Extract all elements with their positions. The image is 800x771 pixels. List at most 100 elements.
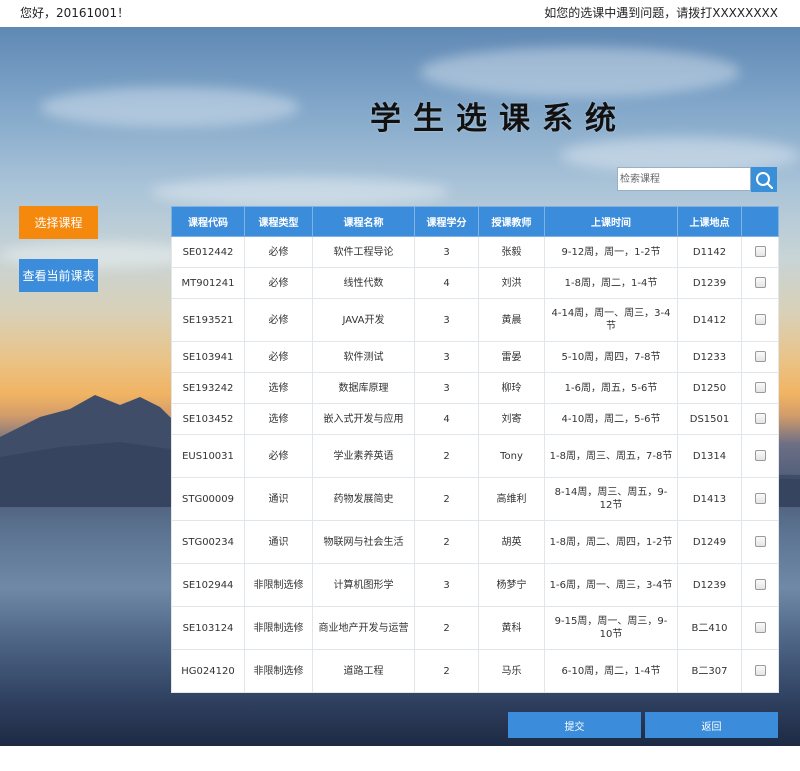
cell-course-type: 必修 [244,298,313,342]
header-course-name: 课程名称 [312,206,415,237]
cell-course-name: 商业地产开发与运营 [312,606,415,650]
header-class-place: 上课地点 [677,206,742,237]
select-checkbox[interactable] [754,493,766,504]
cell-class-place: D1239 [677,563,742,607]
cell-class-time: 5-10周，周四，7-8节 [544,341,678,373]
cell-course-type: 必修 [244,434,313,478]
select-checkbox[interactable] [754,382,766,393]
cell-course-name: 软件测试 [312,341,415,373]
cell-class-time: 1-8周，周二，1-4节 [544,267,678,299]
cell-class-time: 4-14周，周一、周三，3-4节 [544,298,678,342]
bottom-strip [0,746,800,771]
cell-course-credit: 3 [414,298,479,342]
cell-course-name: 道路工程 [312,649,415,693]
cell-course-name: 物联网与社会生活 [312,520,415,564]
cell-teacher: 张毅 [478,236,545,268]
cell-class-time: 4-10周，周二，5-6节 [544,403,678,435]
cell-course-type: 通识 [244,520,313,564]
header-course-type: 课程类型 [244,206,313,237]
cell-course-name: 线性代数 [312,267,415,299]
header-course-credit: 课程学分 [414,206,479,237]
page-title: 学生选课系统 [370,101,628,137]
cell-class-place: D1412 [677,298,742,342]
select-checkbox[interactable] [754,351,766,362]
search-input[interactable] [617,167,751,191]
cell-course-code: STG00234 [171,520,245,564]
choose-course-button[interactable]: 选择课程 [19,206,98,239]
cell-course-credit: 2 [414,649,479,693]
select-checkbox[interactable] [754,536,766,547]
cell-course-credit: 2 [414,606,479,650]
select-checkbox[interactable] [754,246,766,257]
cell-course-code: STG00009 [171,477,245,521]
cell-select [741,434,779,478]
cell-class-time: 6-10周，周二，1-4节 [544,649,678,693]
cell-course-credit: 2 [414,520,479,564]
table-row: EUS10031 必修 学业素养英语 2 Tony 1-8周，周三、周五，7-8… [171,434,779,478]
table-row: SE103124 非限制选修 商业地产开发与运营 2 黄科 9-15周，周一、周… [171,606,779,650]
cell-select [741,341,779,373]
cell-course-type: 非限制选修 [244,563,313,607]
cell-class-place: D1142 [677,236,742,268]
cell-teacher: 黄晨 [478,298,545,342]
cell-class-place: D1239 [677,267,742,299]
cell-class-place: D1314 [677,434,742,478]
cell-class-time: 1-8周，周二、周四，1-2节 [544,520,678,564]
cell-course-type: 必修 [244,236,313,268]
cell-course-type: 必修 [244,267,313,299]
header-class-time: 上课时间 [544,206,678,237]
search-icon [756,171,773,189]
cell-course-type: 通识 [244,477,313,521]
select-checkbox[interactable] [754,450,766,461]
cell-course-name: 数据库原理 [312,372,415,404]
cell-class-place: DS1501 [677,403,742,435]
cell-teacher: 刘洪 [478,267,545,299]
select-checkbox[interactable] [754,622,766,633]
select-checkbox[interactable] [754,413,766,424]
cell-teacher: 马乐 [478,649,545,693]
select-checkbox[interactable] [754,314,766,325]
cell-class-time: 9-15周，周一、周三，9-10节 [544,606,678,650]
cell-course-type: 必修 [244,341,313,373]
cell-teacher: 雷晏 [478,341,545,373]
submit-button[interactable]: 提交 [508,712,641,738]
cell-course-credit: 3 [414,236,479,268]
table-row: SE103941 必修 软件测试 3 雷晏 5-10周，周四，7-8节 D123… [171,341,779,373]
cell-course-type: 非限制选修 [244,649,313,693]
select-checkbox[interactable] [754,579,766,590]
cell-select [741,649,779,693]
cell-class-time: 1-6周，周一、周三，3-4节 [544,563,678,607]
cell-course-code: HG024120 [171,649,245,693]
table-header-row: 课程代码 课程类型 课程名称 课程学分 授课教师 上课时间 上课地点 [171,206,779,237]
view-schedule-button[interactable]: 查看当前课表 [19,259,98,292]
back-button[interactable]: 返回 [645,712,778,738]
header-select [741,206,779,237]
table-row: STG00234 通识 物联网与社会生活 2 胡英 1-8周，周二、周四，1-2… [171,520,779,564]
cell-select [741,236,779,268]
cell-teacher: 高维利 [478,477,545,521]
select-checkbox[interactable] [754,277,766,288]
cell-select [741,563,779,607]
table-row: SE193521 必修 JAVA开发 3 黄晨 4-14周，周一、周三，3-4节… [171,298,779,342]
table-row: SE012442 必修 软件工程导论 3 张毅 9-12周，周一，1-2节 D1… [171,236,779,268]
cell-course-code: SE193242 [171,372,245,404]
table-row: SE102944 非限制选修 计算机图形学 3 杨梦宁 1-6周，周一、周三，3… [171,563,779,607]
cell-select [741,403,779,435]
cell-course-code: SE102944 [171,563,245,607]
cell-class-time: 8-14周，周三、周五，9-12节 [544,477,678,521]
cell-course-name: JAVA开发 [312,298,415,342]
cell-select [741,267,779,299]
cell-teacher: 黄科 [478,606,545,650]
cell-class-place: B二307 [677,649,742,693]
course-table: 课程代码 课程类型 课程名称 课程学分 授课教师 上课时间 上课地点 SE012… [171,206,779,693]
cell-course-code: SE012442 [171,236,245,268]
select-checkbox[interactable] [754,665,766,676]
cell-class-place: D1249 [677,520,742,564]
cell-select [741,298,779,342]
cell-course-name: 嵌入式开发与应用 [312,403,415,435]
search-button[interactable] [751,167,777,192]
table-row: HG024120 非限制选修 道路工程 2 马乐 6-10周，周二，1-4节 B… [171,649,779,693]
top-bar: 您好，20161001！ 如您的选课中遇到问题，请拨打XXXXXXXX [0,0,800,27]
table-row: SE193242 选修 数据库原理 3 柳玲 1-6周，周五，5-6节 D125… [171,372,779,404]
table-row: SE103452 选修 嵌入式开发与应用 4 刘寄 4-10周，周二，5-6节 … [171,403,779,435]
